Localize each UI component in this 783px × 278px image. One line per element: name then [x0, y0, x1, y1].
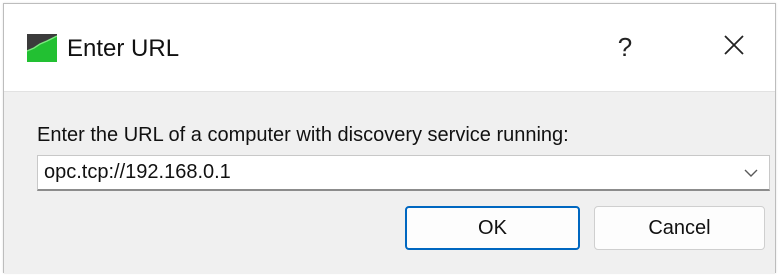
enter-url-dialog: Enter URL ? Enter the URL of a computer …	[3, 3, 776, 274]
url-combobox[interactable]	[37, 155, 770, 191]
cancel-button[interactable]: Cancel	[594, 206, 765, 250]
ok-button[interactable]: OK	[405, 206, 580, 250]
help-button[interactable]: ?	[605, 27, 645, 67]
close-icon	[723, 34, 745, 61]
dialog-title: Enter URL	[67, 35, 180, 62]
close-button[interactable]	[711, 26, 757, 68]
app-icon	[26, 34, 58, 62]
url-prompt-label: Enter the URL of a computer with discove…	[37, 124, 569, 146]
url-input[interactable]	[38, 156, 728, 189]
title-bar[interactable]: Enter URL ?	[4, 4, 775, 92]
dialog-body: Enter the URL of a computer with discove…	[4, 92, 775, 274]
chevron-down-icon[interactable]	[743, 165, 759, 181]
